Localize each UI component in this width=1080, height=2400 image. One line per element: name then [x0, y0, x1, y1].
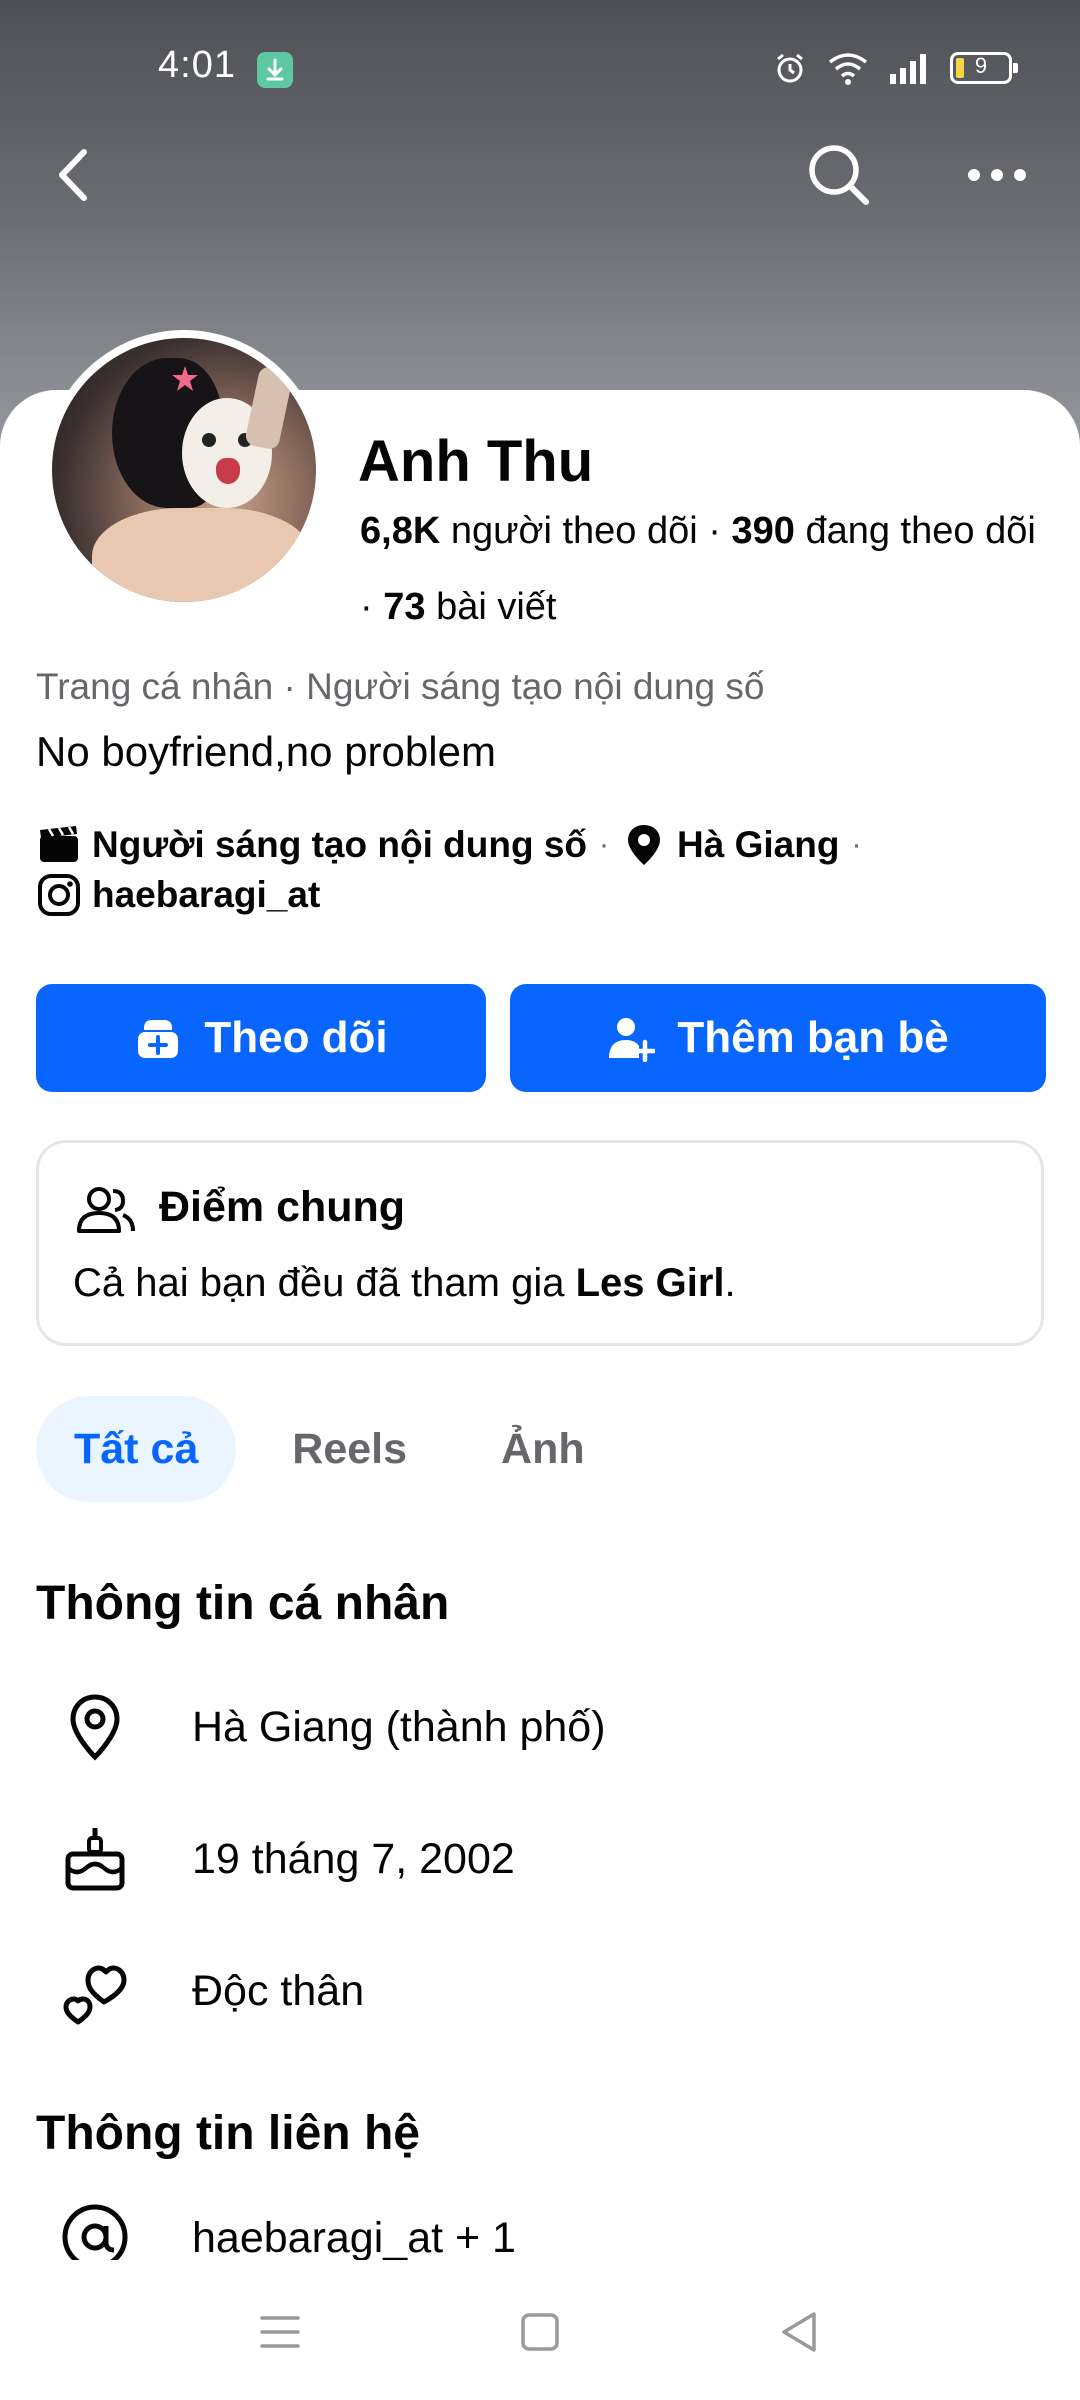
add-friend-button[interactable]: Thêm bạn bè [510, 984, 1046, 1092]
battery-level: 9 [974, 53, 988, 78]
followers-label[interactable]: người theo dõi [451, 510, 698, 552]
creator-label: Người sáng tạo nội dung số [92, 824, 588, 865]
location-pin-icon [628, 825, 661, 865]
status-bar: 4:01 9 [0, 0, 1080, 140]
personal-info-title: Thông tin cá nhân [36, 1577, 450, 1630]
info-row-relationship: Độc thân [0, 1936, 1080, 2046]
people-icon [77, 1187, 135, 1233]
instagram-handle[interactable]: haebaragi_at [92, 874, 320, 916]
hearts-icon [63, 1965, 127, 2025]
back-icon[interactable] [48, 142, 108, 208]
top-navigation [0, 130, 1080, 220]
following-count[interactable]: 390 [731, 510, 794, 552]
tab-reels[interactable]: Reels [254, 1396, 445, 1502]
meta-separator: · [599, 828, 610, 861]
posts-label: bài viết [436, 586, 557, 628]
info-contact-text: haebaragi_at + 1 [192, 2214, 516, 2260]
profile-category: Trang cá nhân · Người sáng tạo nội dung … [36, 666, 765, 707]
info-relationship-text: Độc thân [192, 1966, 365, 2015]
status-time: 4:01 [158, 44, 236, 86]
info-birthday-text: 19 tháng 7, 2002 [192, 1834, 515, 1883]
avatar-image [52, 338, 316, 602]
stats-separator: · [708, 510, 732, 552]
mutual-info-prefix: Cả hai bạn đều đã tham gia [73, 1261, 576, 1305]
system-navigation-bar [0, 2260, 1080, 2400]
back-triangle-icon[interactable] [770, 2302, 830, 2362]
home-icon[interactable] [510, 2302, 570, 2362]
contact-info-title: Thông tin liên hệ [36, 2107, 420, 2160]
profile-details-row: Người sáng tạo nội dung số · Hà Giang · [36, 822, 873, 868]
mutual-info-suffix: . [724, 1261, 736, 1305]
info-location-text: Hà Giang (thành phố) [192, 1702, 606, 1751]
profile-avatar[interactable] [44, 330, 324, 610]
follow-button[interactable]: Theo dõi [36, 984, 486, 1092]
signal-icon [890, 54, 926, 84]
location-pin-icon [70, 1694, 120, 1761]
info-row-birthday: 19 tháng 7, 2002 [0, 1804, 1080, 1914]
stats-separator: · [360, 586, 384, 628]
following-label[interactable]: đang theo dõi [805, 510, 1035, 552]
followers-count[interactable]: 6,8K [360, 510, 440, 552]
birthday-cake-icon [65, 1828, 125, 1891]
profile-stats: 6,8K người theo dõi · 390 đang theo dõi [360, 510, 1036, 553]
posts-count: 73 [383, 586, 426, 628]
info-row-contact[interactable]: haebaragi_at + 1 [0, 2196, 1080, 2260]
instagram-icon [38, 874, 80, 916]
profile-name: Anh Thu [358, 429, 594, 494]
menu-icon[interactable] [250, 2302, 310, 2362]
follow-icon [138, 1020, 179, 1058]
download-notification-icon [257, 52, 293, 88]
battery-icon: 9 [950, 52, 1018, 84]
status-icons: 9 [772, 50, 1018, 86]
follow-label: Theo dõi [204, 1013, 388, 1062]
at-sign-icon [62, 2204, 128, 2260]
instagram-row: haebaragi_at [36, 872, 320, 918]
info-row-location: Hà Giang (thành phố) [0, 1672, 1080, 1782]
meta-separator: · [851, 828, 862, 861]
add-friend-icon [609, 1018, 656, 1062]
alarm-icon [777, 53, 803, 83]
more-options-icon[interactable] [962, 140, 1032, 210]
profile-posts-stat: · 73 bài viết [360, 586, 556, 629]
tab-all[interactable]: Tất cả [36, 1396, 237, 1502]
tab-photos[interactable]: Ảnh [463, 1396, 623, 1502]
clapperboard-icon [40, 826, 78, 862]
profile-tabs: Tất cả Reels Ảnh [36, 1396, 641, 1502]
wifi-icon [828, 53, 868, 85]
mutual-info-text: Cả hai bạn đều đã tham gia Les Girl. [73, 1261, 736, 1306]
location-label[interactable]: Hà Giang [677, 824, 839, 866]
mutual-info-title: Điểm chung [159, 1183, 406, 1231]
profile-bio: No boyfriend,no problem [36, 728, 496, 775]
mutual-info-card[interactable]: Điểm chung Cả hai bạn đều đã tham gia Le… [36, 1140, 1044, 1346]
mutual-group-name[interactable]: Les Girl [576, 1261, 725, 1305]
add-friend-label: Thêm bạn bè [677, 1013, 949, 1062]
search-icon[interactable] [804, 140, 874, 210]
